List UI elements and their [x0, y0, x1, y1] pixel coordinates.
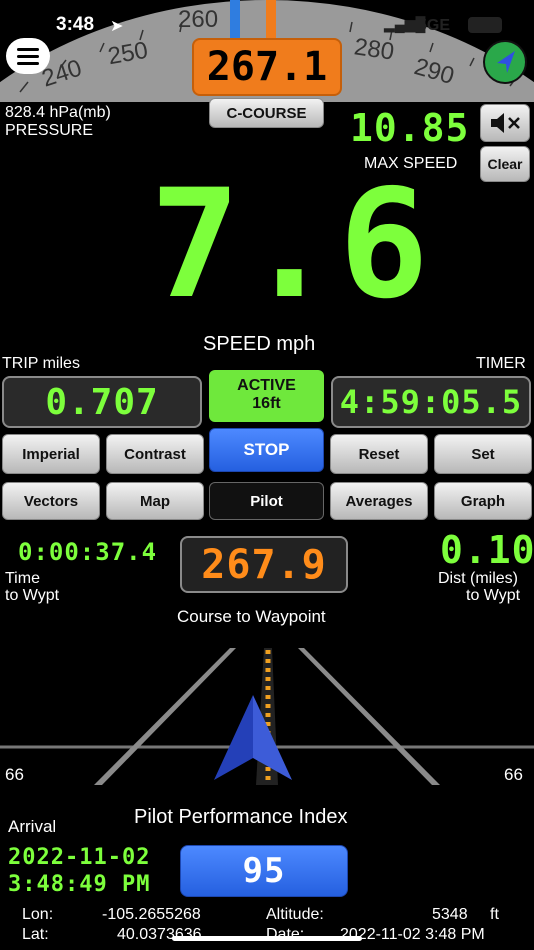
set-button[interactable]: Set	[434, 434, 532, 474]
lon-value: -105.2655268	[102, 906, 201, 923]
battery-icon	[468, 17, 502, 33]
heading-display: 267.1	[192, 38, 342, 96]
active-accuracy: 16ft	[252, 395, 281, 412]
trip-value: 0.707	[45, 381, 159, 423]
arrival-label: Arrival	[8, 817, 57, 836]
dist-to-waypoint-label-2: to Wypt	[466, 587, 521, 604]
graph-button[interactable]: Graph	[434, 482, 532, 520]
dial-tick-280: 280	[352, 33, 396, 66]
averages-button[interactable]: Averages	[330, 482, 428, 520]
menu-icon-bar	[17, 62, 39, 65]
c-course-button[interactable]: C-COURSE	[209, 98, 324, 128]
lat-value: 40.0373636	[117, 926, 202, 943]
timer-label: TIMER	[476, 355, 526, 372]
dist-to-waypoint-value: 0.10	[440, 528, 534, 572]
arrival-time: 3:48:49 PM	[8, 872, 151, 897]
time-to-waypoint-label: Time	[5, 570, 40, 587]
stop-button[interactable]: STOP	[209, 428, 324, 472]
contrast-button[interactable]: Contrast	[106, 434, 204, 474]
reset-button[interactable]: Reset	[330, 434, 428, 474]
menu-button[interactable]	[6, 38, 50, 74]
timer-display: 4:59:05.5	[331, 376, 531, 428]
date-value: 2022-11-02 3:48 PM	[340, 926, 485, 943]
map-button[interactable]: Map	[106, 482, 204, 520]
speed-unit-label: SPEED mph	[203, 333, 316, 355]
arrival-date: 2022-11-02	[8, 845, 151, 870]
mute-button[interactable]	[480, 104, 530, 142]
date-label: Date:	[266, 926, 305, 943]
performance-index-value: 95	[242, 851, 286, 891]
altitude-value: 5348	[432, 906, 468, 923]
status-time: 3:48	[56, 14, 95, 35]
navigation-arrow-icon	[497, 51, 515, 73]
time-to-waypoint-value: 0:00:37.4	[18, 538, 158, 566]
pilot-right-value: 66	[504, 765, 523, 784]
vectors-button[interactable]: Vectors	[2, 482, 100, 520]
trip-display: 0.707	[2, 376, 202, 428]
timer-value: 4:59:05.5	[339, 383, 523, 421]
course-to-waypoint-value: 267.9	[201, 541, 327, 588]
dist-to-waypoint-label: Dist (miles)	[438, 570, 518, 587]
lat-label: Lat:	[22, 926, 49, 943]
speaker-mute-icon	[491, 113, 520, 133]
menu-icon-bar	[17, 55, 39, 58]
course-to-waypoint-display: 267.9	[180, 536, 348, 593]
pressure-label: PRESSURE	[5, 122, 94, 139]
heading-value: 267.1	[206, 44, 328, 90]
clear-button[interactable]: Clear	[480, 146, 530, 182]
speed-value: 7.6	[150, 158, 433, 332]
pilot-performance-label: Pilot Performance Index	[134, 806, 348, 828]
location-arrow-icon: ➤	[110, 18, 124, 35]
active-badge[interactable]: ACTIVE 16ft	[209, 370, 324, 422]
home-indicator	[172, 936, 362, 941]
network-label: 5GE	[418, 17, 451, 34]
pilot-button[interactable]: Pilot	[209, 482, 324, 520]
performance-index-display: 95	[180, 845, 348, 897]
pressure-value: 828.4 hPa(mb)	[5, 104, 111, 121]
dial-tick-260: 260	[178, 6, 219, 33]
trip-label: TRIP miles	[2, 355, 80, 372]
course-to-waypoint-label: Course to Waypoint	[177, 607, 326, 626]
menu-icon	[17, 48, 39, 51]
pilot-left-value: 66	[5, 765, 24, 784]
active-label: ACTIVE	[237, 377, 296, 394]
altitude-unit: ft	[490, 906, 499, 923]
time-to-waypoint-label-2: to Wypt	[5, 587, 60, 604]
pilot-view-graphic	[0, 648, 534, 785]
altitude-label: Altitude:	[266, 906, 324, 923]
imperial-button[interactable]: Imperial	[2, 434, 100, 474]
lon-label: Lon:	[22, 906, 54, 923]
max-speed-value: 10.85	[350, 106, 470, 150]
navigation-button[interactable]	[483, 40, 527, 84]
